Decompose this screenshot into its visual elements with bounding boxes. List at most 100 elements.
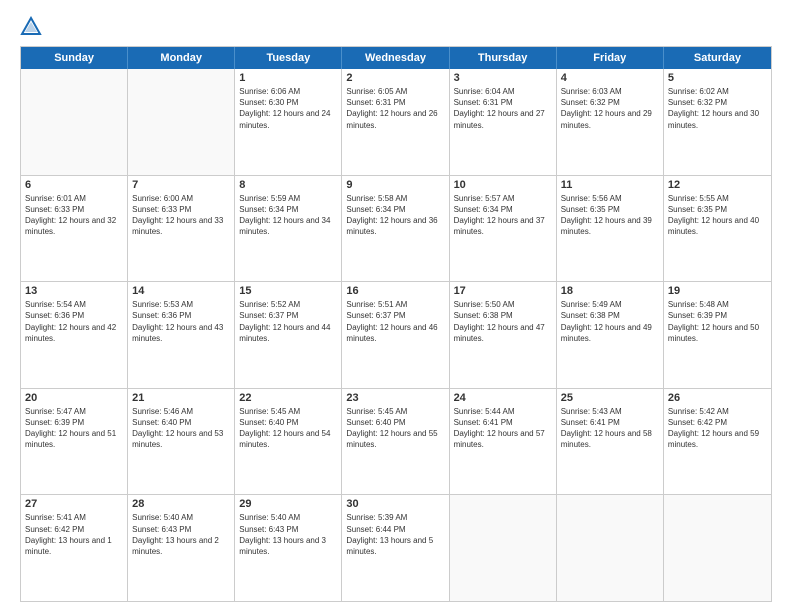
day-number: 5	[668, 72, 767, 84]
day-number: 21	[132, 392, 230, 404]
day-number: 17	[454, 285, 552, 297]
day-info: Sunrise: 5:44 AM Sunset: 6:41 PM Dayligh…	[454, 406, 552, 451]
calendar-cell: 20 Sunrise: 5:47 AM Sunset: 6:39 PM Dayli…	[21, 389, 128, 495]
calendar-cell: 30 Sunrise: 5:39 AM Sunset: 6:44 PM Dayli…	[342, 495, 449, 601]
day-number: 26	[668, 392, 767, 404]
calendar-week: 6 Sunrise: 6:01 AM Sunset: 6:33 PM Daylig…	[21, 176, 771, 283]
calendar-cell: 13 Sunrise: 5:54 AM Sunset: 6:36 PM Dayli…	[21, 282, 128, 388]
day-number: 11	[561, 179, 659, 191]
weekday-header: Thursday	[450, 47, 557, 69]
calendar-cell: 5Sunrise: 6:02 AM Sunset: 6:32 PM Daylig…	[664, 69, 771, 175]
day-number: 16	[346, 285, 444, 297]
calendar-cell: 24Sunrise: 5:44 AM Sunset: 6:41 PM Dayli…	[450, 389, 557, 495]
day-number: 12	[668, 179, 767, 191]
calendar-cell: 23 Sunrise: 5:45 AM Sunset: 6:40 PM Dayli…	[342, 389, 449, 495]
day-info: Sunrise: 6:03 AM Sunset: 6:32 PM Dayligh…	[561, 86, 659, 131]
weekday-header: Tuesday	[235, 47, 342, 69]
day-number: 6	[25, 179, 123, 191]
calendar-cell	[664, 495, 771, 601]
day-number: 23	[346, 392, 444, 404]
calendar-header: SundayMondayTuesdayWednesdayThursdayFrid…	[21, 47, 771, 69]
day-info: Sunrise: 6:06 AM Sunset: 6:30 PM Dayligh…	[239, 86, 337, 131]
calendar: SundayMondayTuesdayWednesdayThursdayFrid…	[20, 46, 772, 602]
day-number: 7	[132, 179, 230, 191]
calendar-cell: 26 Sunrise: 5:42 AM Sunset: 6:42 PM Dayli…	[664, 389, 771, 495]
day-info: Sunrise: 5:57 AM Sunset: 6:34 PM Dayligh…	[454, 193, 552, 238]
calendar-cell: 21 Sunrise: 5:46 AM Sunset: 6:40 PM Dayli…	[128, 389, 235, 495]
weekday-header: Saturday	[664, 47, 771, 69]
day-info: Sunrise: 5:41 AM Sunset: 6:42 PM Dayligh…	[25, 512, 123, 557]
calendar-cell	[557, 495, 664, 601]
calendar-cell: 17 Sunrise: 5:50 AM Sunset: 6:38 PM Dayli…	[450, 282, 557, 388]
calendar-cell: 15 Sunrise: 5:52 AM Sunset: 6:37 PM Dayli…	[235, 282, 342, 388]
day-info: Sunrise: 5:46 AM Sunset: 6:40 PM Dayligh…	[132, 406, 230, 451]
calendar-cell	[21, 69, 128, 175]
day-number: 15	[239, 285, 337, 297]
day-info: Sunrise: 5:48 AM Sunset: 6:39 PM Dayligh…	[668, 299, 767, 344]
calendar-cell: 1 Sunrise: 6:06 AM Sunset: 6:30 PM Daylig…	[235, 69, 342, 175]
day-info: Sunrise: 5:45 AM Sunset: 6:40 PM Dayligh…	[346, 406, 444, 451]
day-number: 27	[25, 498, 123, 510]
calendar-cell	[450, 495, 557, 601]
calendar-cell	[128, 69, 235, 175]
day-info: Sunrise: 5:55 AM Sunset: 6:35 PM Dayligh…	[668, 193, 767, 238]
day-number: 3	[454, 72, 552, 84]
day-info: Sunrise: 5:45 AM Sunset: 6:40 PM Dayligh…	[239, 406, 337, 451]
calendar-cell: 12 Sunrise: 5:55 AM Sunset: 6:35 PM Dayli…	[664, 176, 771, 282]
day-info: Sunrise: 5:59 AM Sunset: 6:34 PM Dayligh…	[239, 193, 337, 238]
day-number: 1	[239, 72, 337, 84]
calendar-cell: 14 Sunrise: 5:53 AM Sunset: 6:36 PM Dayli…	[128, 282, 235, 388]
day-number: 29	[239, 498, 337, 510]
day-number: 2	[346, 72, 444, 84]
day-number: 20	[25, 392, 123, 404]
day-info: Sunrise: 6:05 AM Sunset: 6:31 PM Dayligh…	[346, 86, 444, 131]
day-number: 14	[132, 285, 230, 297]
day-number: 13	[25, 285, 123, 297]
day-number: 10	[454, 179, 552, 191]
day-info: Sunrise: 5:43 AM Sunset: 6:41 PM Dayligh…	[561, 406, 659, 451]
day-number: 8	[239, 179, 337, 191]
calendar-cell: 2 Sunrise: 6:05 AM Sunset: 6:31 PM Daylig…	[342, 69, 449, 175]
calendar-cell: 25 Sunrise: 5:43 AM Sunset: 6:41 PM Dayli…	[557, 389, 664, 495]
day-info: Sunrise: 5:47 AM Sunset: 6:39 PM Dayligh…	[25, 406, 123, 451]
calendar-cell: 27 Sunrise: 5:41 AM Sunset: 6:42 PM Dayli…	[21, 495, 128, 601]
calendar-cell: 22 Sunrise: 5:45 AM Sunset: 6:40 PM Dayli…	[235, 389, 342, 495]
day-number: 22	[239, 392, 337, 404]
day-number: 9	[346, 179, 444, 191]
calendar-cell: 10 Sunrise: 5:57 AM Sunset: 6:34 PM Dayli…	[450, 176, 557, 282]
day-info: Sunrise: 5:53 AM Sunset: 6:36 PM Dayligh…	[132, 299, 230, 344]
day-info: Sunrise: 6:04 AM Sunset: 6:31 PM Dayligh…	[454, 86, 552, 131]
day-info: Sunrise: 5:56 AM Sunset: 6:35 PM Dayligh…	[561, 193, 659, 238]
calendar-week: 13 Sunrise: 5:54 AM Sunset: 6:36 PM Dayli…	[21, 282, 771, 389]
day-info: Sunrise: 6:01 AM Sunset: 6:33 PM Dayligh…	[25, 193, 123, 238]
calendar-cell: 11 Sunrise: 5:56 AM Sunset: 6:35 PM Dayli…	[557, 176, 664, 282]
day-number: 30	[346, 498, 444, 510]
day-number: 4	[561, 72, 659, 84]
calendar-cell: 18Sunrise: 5:49 AM Sunset: 6:38 PM Dayli…	[557, 282, 664, 388]
logo	[20, 16, 46, 38]
calendar-cell: 8 Sunrise: 5:59 AM Sunset: 6:34 PM Daylig…	[235, 176, 342, 282]
day-info: Sunrise: 5:50 AM Sunset: 6:38 PM Dayligh…	[454, 299, 552, 344]
day-info: Sunrise: 5:40 AM Sunset: 6:43 PM Dayligh…	[239, 512, 337, 557]
day-number: 19	[668, 285, 767, 297]
weekday-header: Sunday	[21, 47, 128, 69]
calendar-cell: 7 Sunrise: 6:00 AM Sunset: 6:33 PM Daylig…	[128, 176, 235, 282]
calendar-body: 1 Sunrise: 6:06 AM Sunset: 6:30 PM Daylig…	[21, 69, 771, 601]
calendar-week: 20 Sunrise: 5:47 AM Sunset: 6:39 PM Dayli…	[21, 389, 771, 496]
day-info: Sunrise: 5:51 AM Sunset: 6:37 PM Dayligh…	[346, 299, 444, 344]
day-number: 18	[561, 285, 659, 297]
day-info: Sunrise: 5:42 AM Sunset: 6:42 PM Dayligh…	[668, 406, 767, 451]
calendar-cell: 28Sunrise: 5:40 AM Sunset: 6:43 PM Dayli…	[128, 495, 235, 601]
day-number: 25	[561, 392, 659, 404]
day-info: Sunrise: 5:54 AM Sunset: 6:36 PM Dayligh…	[25, 299, 123, 344]
day-number: 28	[132, 498, 230, 510]
day-info: Sunrise: 5:52 AM Sunset: 6:37 PM Dayligh…	[239, 299, 337, 344]
calendar-cell: 19 Sunrise: 5:48 AM Sunset: 6:39 PM Dayli…	[664, 282, 771, 388]
calendar-week: 1 Sunrise: 6:06 AM Sunset: 6:30 PM Daylig…	[21, 69, 771, 176]
day-info: Sunrise: 6:00 AM Sunset: 6:33 PM Dayligh…	[132, 193, 230, 238]
calendar-cell: 9Sunrise: 5:58 AM Sunset: 6:34 PM Daylig…	[342, 176, 449, 282]
header	[20, 16, 772, 38]
weekday-header: Friday	[557, 47, 664, 69]
calendar-week: 27 Sunrise: 5:41 AM Sunset: 6:42 PM Dayli…	[21, 495, 771, 601]
day-info: Sunrise: 5:39 AM Sunset: 6:44 PM Dayligh…	[346, 512, 444, 557]
